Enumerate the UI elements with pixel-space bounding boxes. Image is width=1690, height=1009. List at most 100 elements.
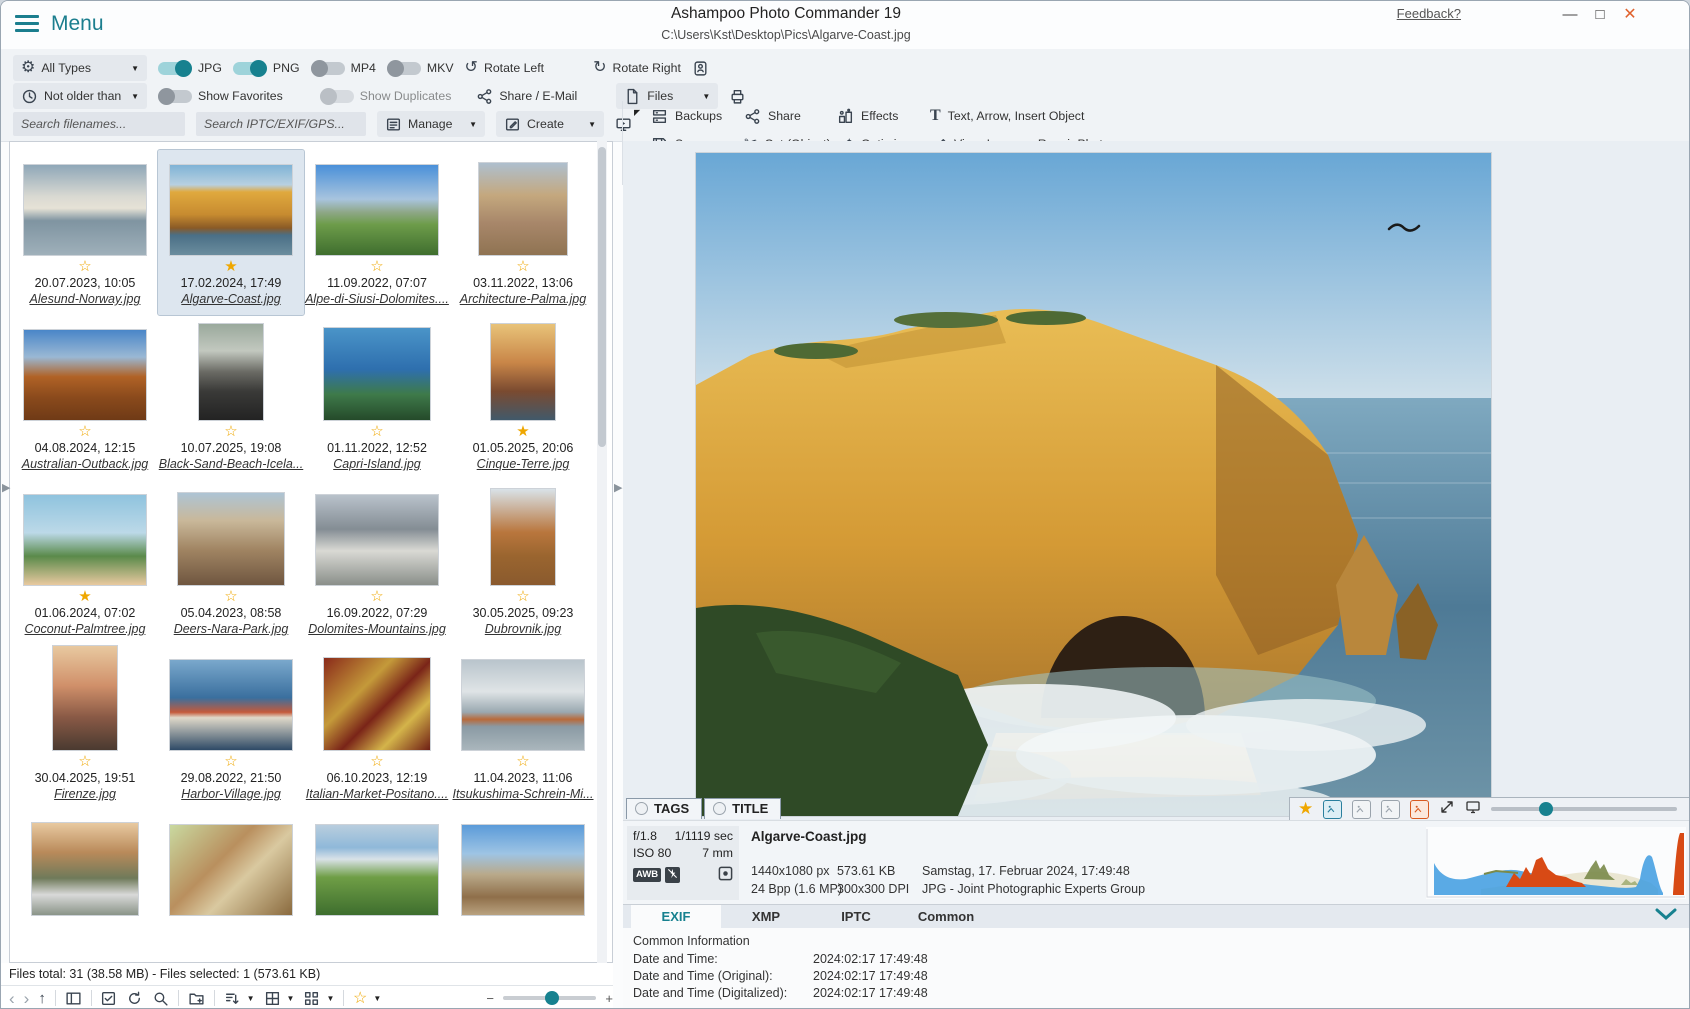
minimize-button[interactable]: —: [1559, 5, 1581, 25]
left-panel-collapse-arrow[interactable]: ▶: [2, 481, 10, 494]
sort-button[interactable]: ▼: [224, 990, 255, 1007]
thumbnail-image[interactable]: [315, 164, 439, 256]
search-filenames-input[interactable]: [13, 112, 185, 136]
search-iptc-exif-gps-input[interactable]: [196, 112, 366, 136]
thumbnail-filename[interactable]: [304, 952, 450, 963]
thumbnail-cell[interactable]: ☆: [450, 810, 596, 963]
center-panel-collapse-arrow[interactable]: ▶: [614, 481, 622, 494]
mp4-filter-toggle[interactable]: MP4: [311, 61, 376, 75]
grid-view-button[interactable]: ▼: [264, 990, 295, 1007]
meta-tab[interactable]: XMP: [721, 905, 811, 928]
thumbnail-cell[interactable]: ☆ 30.05.2025, 09:23 Dubrovnik.jpg: [450, 480, 596, 645]
mkv-filter-toggle[interactable]: MKV: [387, 61, 454, 75]
back-button[interactable]: ‹: [9, 990, 15, 1007]
thumbnail-cell[interactable]: ☆ 05.04.2023, 08:58 Deers-Nara-Park.jpg: [158, 480, 304, 645]
thumbnail-cell[interactable]: ★ 01.06.2024, 07:02 Coconut-Palmtree.jpg: [12, 480, 158, 645]
thumbnail-image[interactable]: [315, 494, 439, 586]
thumbnail-filename[interactable]: Coconut-Palmtree.jpg: [12, 622, 158, 638]
pdf-button[interactable]: [692, 60, 709, 77]
forward-button[interactable]: ›: [24, 990, 30, 1007]
thumbnail-image[interactable]: [52, 645, 118, 751]
thumbnail-cell[interactable]: ☆ 11.09.2022, 07:07 Alpe-di-Siusi-Dolomi…: [304, 150, 450, 315]
menu-hamburger-icon[interactable]: [15, 15, 39, 33]
favorite-star-icon[interactable]: ☆: [158, 423, 304, 441]
thumbnail-image[interactable]: [169, 659, 293, 751]
close-button[interactable]: ✕: [1619, 5, 1641, 25]
thumbnail-cell[interactable]: ☆: [158, 810, 304, 963]
thumbnail-cell[interactable]: ☆ 06.10.2023, 12:19 Italian-Market-Posit…: [304, 645, 450, 810]
thumbnail-cell[interactable]: ☆ 11.04.2023, 11:06 Itsukushima-Schrein-…: [450, 645, 596, 810]
thumbnail-image[interactable]: [169, 164, 293, 256]
jpg-filter-toggle[interactable]: JPG: [158, 61, 222, 75]
favorite-star-icon[interactable]: ☆: [304, 423, 450, 441]
thumbnail-filename[interactable]: Capri-Island.jpg: [304, 457, 450, 473]
zoom-in-button[interactable]: +: [605, 991, 613, 1006]
thumbnail-image[interactable]: [198, 323, 264, 421]
feedback-link[interactable]: Feedback?: [1397, 6, 1461, 21]
maximize-button[interactable]: □: [1589, 5, 1611, 25]
favorite-star-icon[interactable]: ★: [1298, 799, 1313, 819]
thumbnail-image[interactable]: [23, 329, 147, 421]
all-types-dropdown[interactable]: ⚙ All Types ▼: [13, 55, 147, 81]
thumbnail-image[interactable]: [169, 824, 293, 916]
show-duplicates-toggle[interactable]: Show Duplicates: [320, 89, 452, 103]
favorite-star-icon[interactable]: ☆: [158, 588, 304, 606]
thumbnail-cell[interactable]: ☆ 20.07.2023, 10:05 Alesund-Norway.jpg: [12, 150, 158, 315]
thumbnail-cell[interactable]: ☆ 30.04.2025, 19:51 Firenze.jpg: [12, 645, 158, 810]
thumbnail-image[interactable]: [478, 162, 568, 256]
thumbnail-filename[interactable]: Algarve-Coast.jpg: [158, 292, 304, 308]
collapse-handle-icon[interactable]: ◤: [634, 108, 640, 117]
meta-tab[interactable]: Common: [901, 905, 991, 928]
monitor-icon[interactable]: [1465, 799, 1481, 820]
thumbnail-filename[interactable]: [450, 952, 596, 963]
thumbnail-image[interactable]: [461, 824, 585, 916]
meta-tab[interactable]: EXIF: [631, 905, 721, 928]
thumbnail-filename[interactable]: Black-Sand-Beach-Icela...: [158, 457, 304, 473]
thumbnail-filename[interactable]: Italian-Market-Positano....: [304, 787, 450, 803]
thumbnail-image[interactable]: [490, 488, 556, 586]
tab-title[interactable]: TITLE: [704, 798, 781, 819]
thumbnail-image[interactable]: [323, 657, 431, 751]
thumbnail-image[interactable]: [461, 659, 585, 751]
thumbnail-scrollbar[interactable]: [597, 141, 607, 963]
thumbnail-cell[interactable]: ★ 01.05.2025, 20:06 Cinque-Terre.jpg: [450, 315, 596, 480]
thumbnail-filename[interactable]: Deers-Nara-Park.jpg: [158, 622, 304, 638]
menu-button[interactable]: Menu: [51, 12, 104, 36]
favorite-star-icon[interactable]: ☆: [450, 258, 596, 276]
thumbnail-image[interactable]: [490, 323, 556, 421]
png-filter-toggle[interactable]: PNG: [233, 61, 300, 75]
favorite-star-icon[interactable]: ☆: [304, 588, 450, 606]
backups-button[interactable]: Backups: [651, 108, 744, 125]
favorites-filter-button[interactable]: ☆▼: [353, 988, 381, 1008]
thumbnail-filename[interactable]: Architecture-Palma.jpg: [450, 292, 596, 308]
favorite-star-icon[interactable]: ☆: [304, 753, 450, 771]
thumbnail-filename[interactable]: Itsukushima-Schrein-Mi...: [450, 787, 596, 803]
thumbnail-image[interactable]: [177, 492, 285, 586]
share-email-button[interactable]: Share / E-Mail: [476, 88, 577, 105]
effects-button[interactable]: Effects: [837, 108, 930, 125]
thumbnail-filename[interactable]: Harbor-Village.jpg: [158, 787, 304, 803]
thumbnail-zoom-slider[interactable]: [503, 996, 597, 1000]
favorite-star-icon[interactable]: ☆: [12, 258, 158, 276]
thumbnail-image[interactable]: [23, 164, 147, 256]
preview-photo[interactable]: [696, 153, 1491, 816]
thumbnail-filename[interactable]: Cinque-Terre.jpg: [450, 457, 596, 473]
favorite-star-icon[interactable]: ☆: [450, 588, 596, 606]
select-button[interactable]: [100, 990, 117, 1007]
thumbnail-cell[interactable]: ☆ 29.08.2022, 21:50 Harbor-Village.jpg: [158, 645, 304, 810]
view-mode-2-icon[interactable]: [1352, 800, 1371, 819]
favorite-star-icon[interactable]: ☆: [304, 258, 450, 276]
thumbnail-filename[interactable]: Alpe-di-Siusi-Dolomites....: [304, 292, 450, 308]
preview-pane-button[interactable]: [65, 990, 82, 1007]
thumbnail-cell[interactable]: ☆: [304, 810, 450, 963]
search-button[interactable]: [152, 990, 169, 1007]
share-button[interactable]: Share: [744, 108, 837, 125]
thumbnail-cell[interactable]: ★ 17.02.2024, 17:49 Algarve-Coast.jpg: [158, 150, 304, 315]
thumbnail-filename[interactable]: [12, 952, 158, 963]
show-favorites-toggle[interactable]: Show Favorites: [158, 89, 283, 103]
meta-tab[interactable]: IPTC: [811, 905, 901, 928]
metadata-collapse-chevron[interactable]: [1655, 907, 1677, 925]
preview-zoom-slider[interactable]: [1491, 807, 1677, 811]
favorite-star-icon[interactable]: ★: [158, 258, 304, 276]
view-mode-4-icon[interactable]: [1410, 800, 1429, 819]
